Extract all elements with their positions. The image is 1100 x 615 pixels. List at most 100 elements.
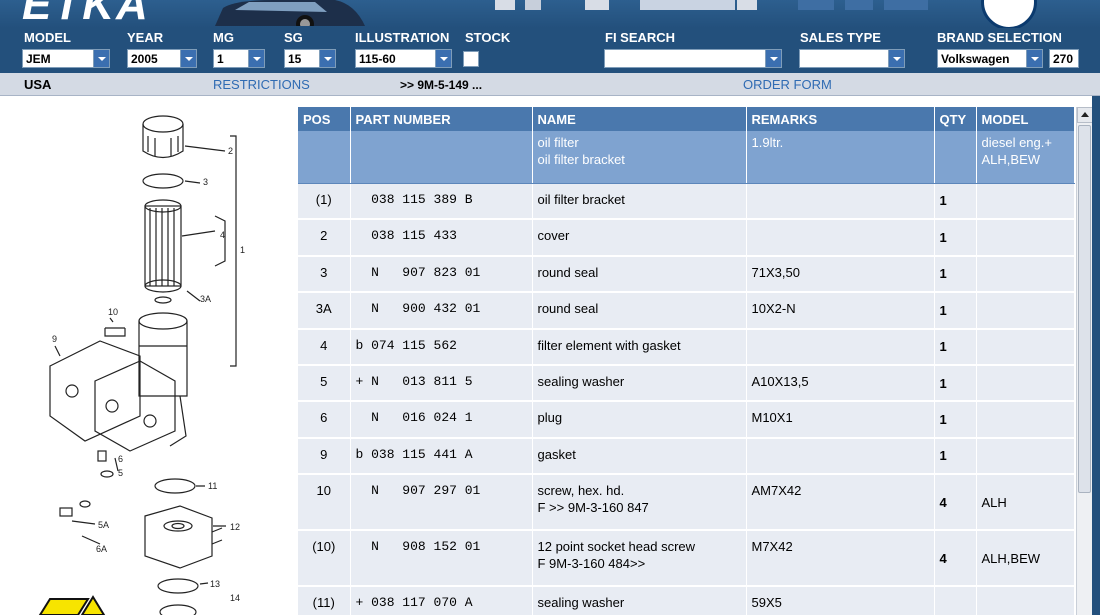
fi-search-label: FI SEARCH bbox=[605, 30, 676, 45]
chevron-down-icon[interactable] bbox=[93, 50, 109, 67]
cell-part-number[interactable]: N 907 297 01 bbox=[350, 474, 533, 532]
cell-name-line-1: screw, hex. hd. bbox=[537, 483, 625, 499]
model-select[interactable]: JEM bbox=[22, 49, 110, 68]
group-model-line-2: ALH,BEW bbox=[981, 152, 1041, 167]
brand-select[interactable]: Volkswagen bbox=[937, 49, 1043, 68]
cell-part-number[interactable]: N 016 024 1 bbox=[350, 401, 533, 439]
table-row[interactable]: 4 b 074 115 562 filter element with gask… bbox=[298, 328, 1075, 366]
callout-2: 2 bbox=[228, 146, 233, 156]
header-pos[interactable]: POS bbox=[298, 107, 351, 131]
clipboard-icon[interactable] bbox=[585, 0, 609, 10]
callout-10: 10 bbox=[108, 307, 118, 317]
table-row[interactable]: 10 N 907 297 01 screw, hex. hd. F >> 9M-… bbox=[298, 474, 1075, 532]
group-row[interactable]: oil filter oil filter bracket 1.9ltr. di… bbox=[298, 131, 1075, 184]
cell-qty: 1 bbox=[934, 255, 977, 294]
cell-pos: (11) bbox=[298, 586, 351, 615]
cell-part-number[interactable]: + N 013 811 5 bbox=[350, 364, 533, 403]
sg-select[interactable]: 15 bbox=[284, 49, 336, 68]
chevron-down-icon[interactable] bbox=[435, 50, 451, 67]
cell-qty: 4 bbox=[934, 474, 977, 532]
scroll-up-icon[interactable] bbox=[1077, 107, 1093, 123]
table-row[interactable]: (11) + 038 117 070 A sealing washer 59X5 bbox=[298, 586, 1075, 615]
cell-name: round seal bbox=[532, 255, 747, 294]
mg-value: 1 bbox=[217, 52, 224, 66]
sg-label: SG bbox=[284, 30, 303, 45]
cell-part-number[interactable]: 038 115 389 B bbox=[350, 183, 533, 221]
pen-icon[interactable] bbox=[525, 0, 541, 10]
cell-remarks: M7X42 bbox=[746, 530, 935, 588]
toolbar-panel[interactable] bbox=[640, 0, 735, 10]
cell-part-number[interactable]: N 908 152 01 bbox=[350, 530, 533, 588]
cell-part-number[interactable]: N 900 432 01 bbox=[350, 292, 533, 330]
cell-part-number[interactable]: 038 115 433 bbox=[350, 219, 533, 257]
cell-name-line-1: plug bbox=[537, 410, 563, 426]
cell-part-number[interactable]: b 038 115 441 A bbox=[350, 437, 533, 476]
table-scrollbar[interactable] bbox=[1076, 107, 1093, 615]
table-row[interactable]: 2 038 115 433 cover 1 bbox=[298, 219, 1075, 257]
chevron-down-icon[interactable] bbox=[319, 50, 335, 67]
callout-3: 3 bbox=[203, 177, 208, 187]
mg-select[interactable]: 1 bbox=[213, 49, 265, 68]
cell-name: gasket bbox=[532, 437, 747, 476]
chevron-down-icon[interactable] bbox=[765, 50, 781, 67]
cell-model bbox=[976, 255, 1075, 294]
table-row[interactable]: 3A N 900 432 01 round seal 10X2-N 1 bbox=[298, 292, 1075, 330]
table-row[interactable]: (10) N 908 152 01 12 point socket head s… bbox=[298, 530, 1075, 588]
cell-model bbox=[976, 401, 1075, 439]
header-qty[interactable]: QTY bbox=[934, 107, 977, 131]
scroll-thumb[interactable] bbox=[1078, 125, 1091, 493]
header-part-number[interactable]: PART NUMBER bbox=[350, 107, 533, 131]
vw-logo-icon bbox=[981, 0, 1037, 28]
cell-name: 12 point socket head screw F 9M-3-160 48… bbox=[532, 530, 747, 588]
group-name-line-2: oil filter bracket bbox=[537, 152, 625, 167]
cell-qty: 1 bbox=[934, 364, 977, 403]
group-model-line-1: diesel eng.+ bbox=[981, 135, 1052, 150]
header-name[interactable]: NAME bbox=[532, 107, 747, 131]
restrictions-link[interactable]: RESTRICTIONS bbox=[213, 77, 310, 92]
table-header-row: POS PART NUMBER NAME REMARKS QTY MODEL bbox=[298, 107, 1075, 131]
year-select[interactable]: 2005 bbox=[127, 49, 197, 68]
illustration-value: 115-60 bbox=[359, 52, 396, 66]
illustration-select[interactable]: 115-60 bbox=[355, 49, 452, 68]
sales-type-label: SALES TYPE bbox=[800, 30, 881, 45]
table-row[interactable]: 6 N 016 024 1 plug M10X1 1 bbox=[298, 401, 1075, 439]
cell-part-number[interactable]: b 074 115 562 bbox=[350, 328, 533, 366]
nav-next-icon[interactable] bbox=[845, 0, 873, 10]
header-model[interactable]: MODEL bbox=[976, 107, 1075, 131]
stock-checkbox[interactable] bbox=[463, 51, 479, 67]
chevron-down-icon[interactable] bbox=[248, 50, 264, 67]
order-form-link[interactable]: ORDER FORM bbox=[743, 77, 832, 92]
sales-type-select[interactable] bbox=[799, 49, 905, 68]
table-row[interactable]: (1) 038 115 389 B oil filter bracket 1 bbox=[298, 183, 1075, 221]
brand-code-field[interactable]: 270 bbox=[1049, 49, 1079, 68]
car-image bbox=[215, 0, 365, 26]
cell-model bbox=[976, 292, 1075, 330]
reference-text: >> 9M-5-149 ... bbox=[400, 78, 483, 92]
callout-5a: 5A bbox=[98, 520, 109, 530]
brand-code-value: 270 bbox=[1053, 52, 1074, 66]
cell-name-line-1: cover bbox=[537, 228, 570, 244]
mg-label: MG bbox=[213, 30, 234, 45]
chevron-down-icon[interactable] bbox=[888, 50, 904, 67]
callout-4: 4 bbox=[220, 230, 225, 240]
table-row[interactable]: 3 N 907 823 01 round seal 71X3,50 1 bbox=[298, 255, 1075, 294]
cell-pos: 3A bbox=[298, 292, 351, 330]
table-row[interactable]: 9 b 038 115 441 A gasket 1 bbox=[298, 437, 1075, 476]
table-row[interactable]: 5 + N 013 811 5 sealing washer A10X13,5 … bbox=[298, 364, 1075, 403]
parts-illustration[interactable]: 2 3 4 1 3A 10 9 6 5 11 12 5A 6A 13 14 bbox=[0, 96, 290, 615]
print-icon[interactable] bbox=[495, 0, 515, 10]
cell-remarks: M10X1 bbox=[746, 401, 935, 439]
fi-search-select[interactable] bbox=[604, 49, 782, 68]
header-remarks[interactable]: REMARKS bbox=[746, 107, 935, 131]
nav-forward-icon[interactable] bbox=[798, 0, 834, 10]
year-label: YEAR bbox=[127, 30, 164, 45]
cell-part-number[interactable]: + 038 117 070 A bbox=[350, 586, 533, 615]
illustration-badges bbox=[38, 595, 106, 615]
nav-end-icon[interactable] bbox=[884, 0, 928, 10]
cell-model bbox=[976, 437, 1075, 476]
cell-part-number[interactable]: N 907 823 01 bbox=[350, 255, 533, 294]
cell-qty: 1 bbox=[934, 437, 977, 476]
chevron-down-icon[interactable] bbox=[180, 50, 196, 67]
bag-icon[interactable] bbox=[737, 0, 757, 10]
chevron-down-icon[interactable] bbox=[1026, 50, 1042, 67]
